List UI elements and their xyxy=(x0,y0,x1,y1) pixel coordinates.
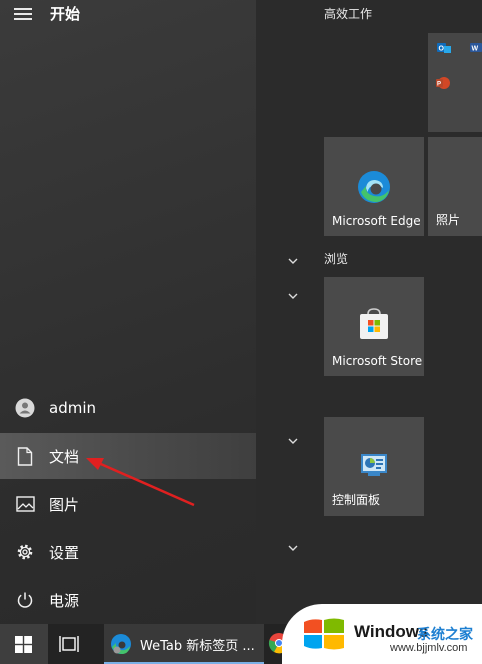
store-tile[interactable]: Microsoft Store xyxy=(324,277,424,376)
nav-item-user-label: admin xyxy=(49,399,96,417)
hamburger-menu-icon[interactable] xyxy=(14,6,32,20)
nav-item-user[interactable]: admin xyxy=(0,385,256,431)
edge-tile-label: Microsoft Edge xyxy=(332,214,421,228)
control-panel-tile[interactable]: 控制面板 xyxy=(324,417,424,516)
nav-item-pictures-label: 图片 xyxy=(49,495,80,514)
nav-item-settings-label: 设置 xyxy=(49,543,80,562)
nav-item-documents-label: 文档 xyxy=(49,447,80,466)
task-view-icon[interactable] xyxy=(58,634,80,654)
power-icon xyxy=(15,590,35,610)
office-apps-icon: O W P xyxy=(436,43,482,89)
store-icon xyxy=(360,308,388,339)
chevron-down-icon[interactable] xyxy=(286,543,300,553)
watermark-windows-logo-icon xyxy=(304,618,344,650)
svg-text:W: W xyxy=(472,46,479,53)
watermark-url: www.bjjmlv.com xyxy=(390,642,468,654)
edge-tile[interactable]: Microsoft Edge xyxy=(324,137,424,236)
watermark-brand-suffix: 系统之家 xyxy=(417,627,473,643)
taskbar-app-wetab[interactable]: WeTab 新标签页 ... xyxy=(104,624,264,664)
nav-item-settings[interactable]: 设置 xyxy=(0,529,256,575)
chevron-down-icon[interactable] xyxy=(286,291,300,301)
watermark: Windows 系统之家 www.bjjmlv.com xyxy=(282,604,482,664)
start-button[interactable] xyxy=(0,624,48,664)
edge-icon xyxy=(111,634,131,654)
document-icon xyxy=(15,446,35,466)
user-avatar-icon xyxy=(15,398,35,418)
photos-tile[interactable]: 照片 xyxy=(428,137,482,236)
nav-item-power-label: 电源 xyxy=(49,591,80,610)
gear-icon xyxy=(15,542,35,562)
group-label-productivity: 高效工作 xyxy=(324,7,373,21)
start-menu-left-pane: 开始 admin 文档 图片 设置 电源 xyxy=(0,0,256,624)
store-tile-label: Microsoft Store xyxy=(332,354,423,368)
svg-text:P: P xyxy=(437,82,441,88)
group-label-browse: 浏览 xyxy=(324,252,349,266)
pictures-icon xyxy=(15,494,35,514)
edge-icon xyxy=(358,171,390,203)
nav-item-power[interactable]: 电源 xyxy=(0,577,256,623)
svg-text:O: O xyxy=(439,46,445,53)
taskbar-app-label: WeTab 新标签页 ... xyxy=(140,638,255,654)
chevron-down-icon[interactable] xyxy=(286,436,300,446)
chevron-down-icon[interactable] xyxy=(286,256,300,266)
windows-logo-icon xyxy=(15,636,32,653)
start-menu-title: 开始 xyxy=(50,5,81,23)
photos-tile-label: 照片 xyxy=(436,213,461,227)
control-panel-icon xyxy=(361,454,387,476)
annotation-arrow-icon xyxy=(86,458,195,507)
control-panel-tile-label: 控制面板 xyxy=(332,493,381,507)
office-apps-tile[interactable]: O W P xyxy=(428,33,482,132)
